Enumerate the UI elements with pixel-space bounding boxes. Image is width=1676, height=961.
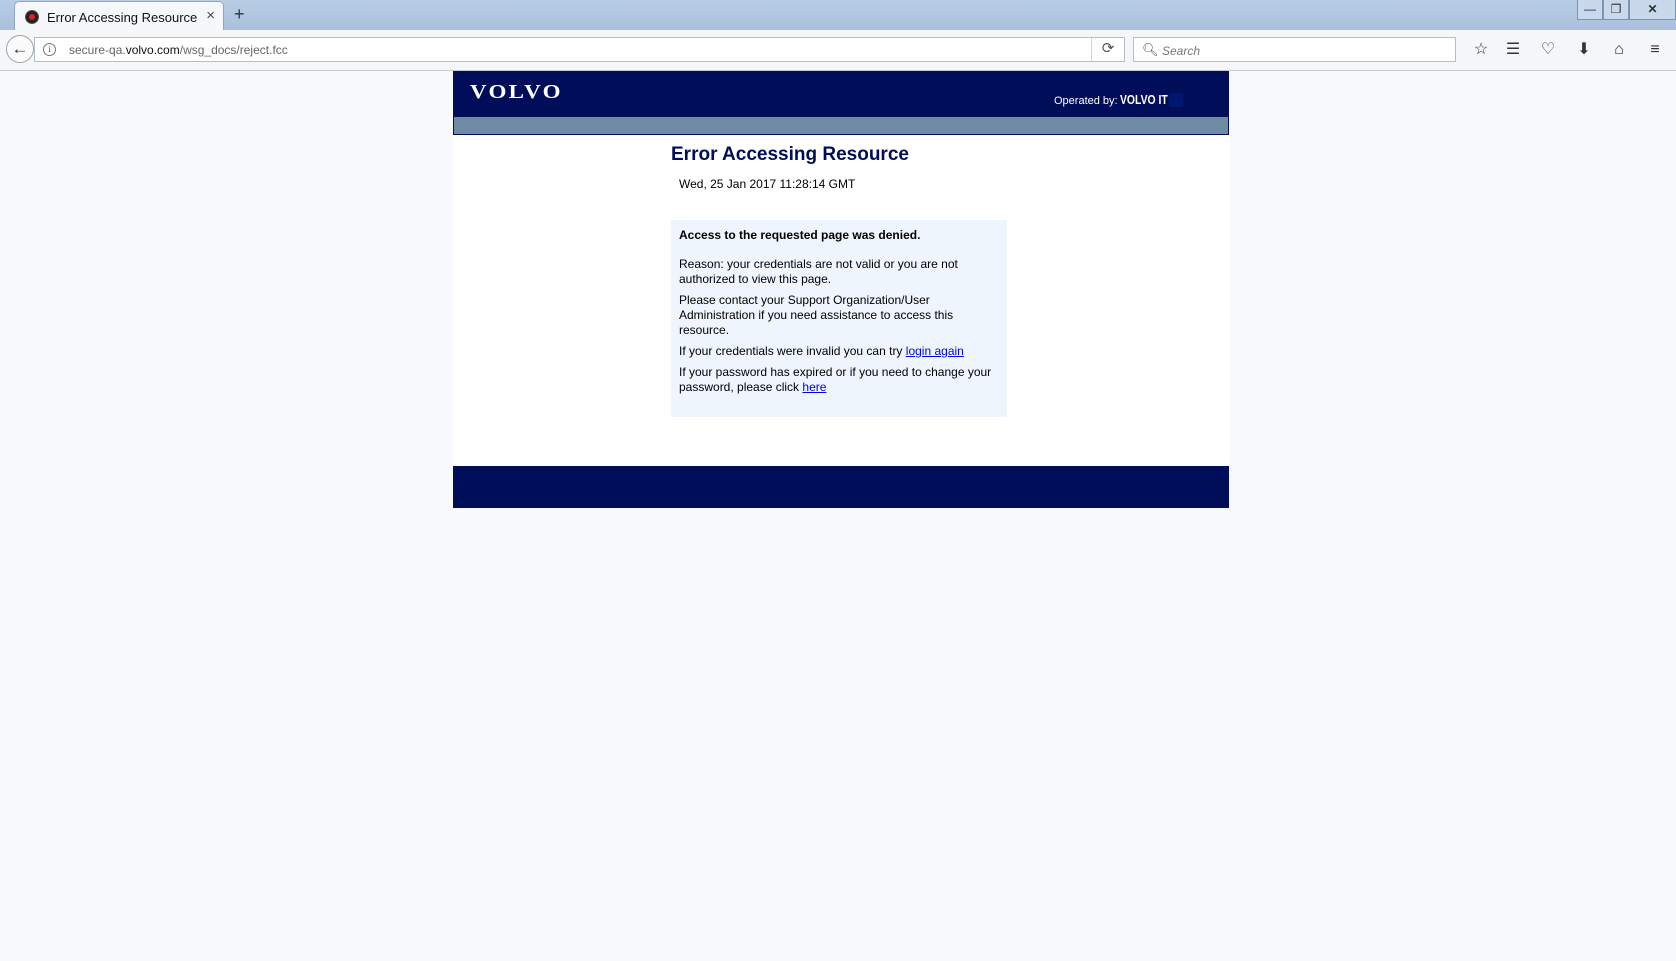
tab-title: Error Accessing Resource: [47, 10, 198, 25]
page-container: VOLVO Operated by: VOLVO IT Error Access…: [453, 71, 1229, 508]
invalid-credentials-message: If your credentials were invalid you can…: [679, 344, 999, 359]
reason-message: Reason: your credentials are not valid o…: [679, 257, 958, 286]
contact-message: Please contact your Support Organization…: [679, 293, 954, 337]
tab-close-icon[interactable]: ×: [206, 8, 215, 23]
denied-message: Access to the requested page was denied.: [679, 228, 921, 242]
invalid-credentials-text: If your credentials were invalid you can…: [679, 344, 906, 358]
operated-by-label: Operated by:: [1054, 95, 1118, 107]
new-tab-button[interactable]: +: [234, 5, 245, 23]
navigation-toolbar: i secure-qa.volvo.com/wsg_docs/reject.fc…: [0, 30, 1676, 71]
operator-logo-block: [1169, 93, 1183, 107]
reading-list-icon[interactable]: ☰: [1503, 40, 1523, 60]
tab-error-accessing-resource[interactable]: Error Accessing Resource ×: [14, 1, 224, 30]
title-bar: Error Accessing Resource × + — ❐ ✕: [0, 0, 1676, 30]
reload-icon[interactable]: ⟳: [1091, 38, 1124, 61]
url-text[interactable]: secure-qa.volvo.com/wsg_docs/reject.fcc: [69, 43, 288, 57]
volvo-logo: VOLVO: [470, 81, 563, 103]
site-header: VOLVO Operated by: VOLVO IT: [453, 71, 1229, 116]
search-input[interactable]: [1160, 41, 1444, 60]
login-again-link[interactable]: login again: [906, 344, 964, 358]
password-expired-text: If your password has expired or if you n…: [679, 365, 992, 394]
pocket-icon[interactable]: ♡: [1538, 40, 1558, 60]
url-bar[interactable]: i secure-qa.volvo.com/wsg_docs/reject.fc…: [34, 37, 1125, 62]
info-icon[interactable]: i: [43, 43, 56, 56]
header-divider-bar: [453, 116, 1229, 135]
download-icon[interactable]: ⬇: [1574, 40, 1594, 60]
close-window-button[interactable]: ✕: [1629, 0, 1676, 20]
operator-logo: VOLVO IT: [1120, 92, 1168, 107]
minimize-button[interactable]: —: [1577, 0, 1603, 20]
home-icon[interactable]: ⌂: [1609, 40, 1629, 60]
favicon-icon: [25, 10, 39, 24]
back-button[interactable]: ←: [6, 35, 34, 63]
back-icon: ←: [11, 39, 29, 58]
password-expired-message: If your password has expired or if you n…: [679, 365, 999, 395]
site-footer: [453, 466, 1229, 508]
search-bar[interactable]: 🔍︎: [1133, 37, 1456, 62]
page-title: Error Accessing Resource: [671, 144, 909, 165]
error-timestamp: Wed, 25 Jan 2017 11:28:14 GMT: [679, 177, 856, 191]
error-message-box: Access to the requested page was denied.…: [671, 220, 1007, 417]
search-icon: 🔍︎: [1142, 42, 1159, 57]
maximize-button[interactable]: ❐: [1603, 0, 1629, 20]
change-password-link[interactable]: here: [802, 380, 826, 394]
menu-icon[interactable]: ≡: [1645, 40, 1665, 60]
bookmark-star-icon[interactable]: ☆: [1471, 40, 1491, 60]
